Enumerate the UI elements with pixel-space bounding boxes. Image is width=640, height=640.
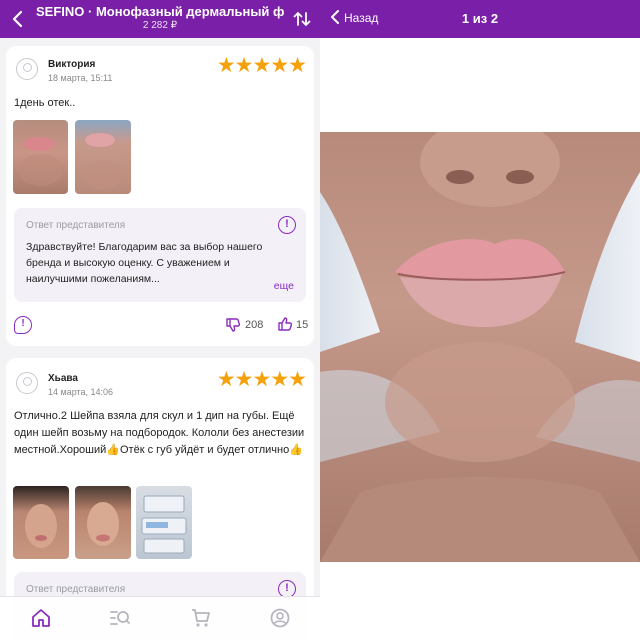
rating-stars: ★★★★★ [216,54,307,77]
product-box-graphic [141,495,187,554]
review-photo[interactable] [75,486,131,559]
reviews-screen: SEFINO · Монофазный дермальный фи... 2 2… [0,0,320,640]
bottom-navigation [0,596,320,640]
rating-stars: ★★★★★ [216,368,307,391]
product-title-block[interactable]: SEFINO · Монофазный дермальный фи... 2 2… [36,4,284,31]
review-text: Отлично.2 Шейпа взяла для скул и 1 дип н… [14,410,305,456]
face-photo-graphic [87,502,119,546]
review-author: Виктория [48,59,96,70]
product-title: SEFINO · Монофазный дермальный фи... [36,4,284,19]
thumbs-up-icon[interactable] [277,316,293,332]
review-photo-large[interactable] [320,132,640,562]
catalog-icon[interactable] [109,607,131,629]
dislike-count: 208 [245,319,264,331]
profile-icon[interactable] [269,607,291,629]
reply-title: Ответ представителя [26,220,126,231]
sort-icon[interactable] [292,9,312,29]
photo-counter: 1 из 2 [461,11,499,26]
home-icon[interactable] [30,607,52,629]
reply-text: Здравствуйте! Благодарим вас за выбор на… [26,241,263,285]
review-author: Хьава [48,373,78,384]
cart-icon[interactable] [190,607,212,629]
avatar [16,372,38,394]
review-card: Виктория 18 марта, 15:11 ★★★★★ 1день оте… [6,46,314,346]
back-arrow-icon[interactable] [8,9,28,29]
reply-more-link[interactable]: еще [269,280,294,292]
thumbs-down-icon[interactable] [225,317,241,333]
avatar [16,58,38,80]
reply-title: Ответ представителя [26,584,126,595]
review-photo[interactable] [75,120,131,194]
report-icon[interactable]: ! [278,216,296,234]
lips-closeup-graphic [320,132,640,562]
lips-photo-graphic [83,133,123,189]
reviews-header: SEFINO · Монофазный дермальный фи... 2 2… [0,0,320,38]
review-photo[interactable] [136,486,192,559]
review-photo[interactable] [13,486,69,559]
product-price: 2 282 ₽ [142,20,178,31]
review-text: 1день отек.. [14,97,76,109]
lips-photo-graphic [19,137,63,186]
seller-reply: Ответ представителя ! Здравствуйте! Благ… [14,208,306,302]
review-date: 18 марта, 15:11 [48,73,113,83]
like-count: 15 [296,319,309,331]
viewer-header: Назад 1 из 2 [320,0,640,38]
face-photo-graphic [25,504,57,548]
app-screenshot: SEFINO · Монофазный дермальный фи... 2 2… [0,0,640,640]
review-photo[interactable] [13,120,68,194]
review-date: 14 марта, 14:06 [48,387,114,397]
photo-viewer: Назад 1 из 2 [320,0,640,640]
comment-icon[interactable]: ! [14,316,32,334]
